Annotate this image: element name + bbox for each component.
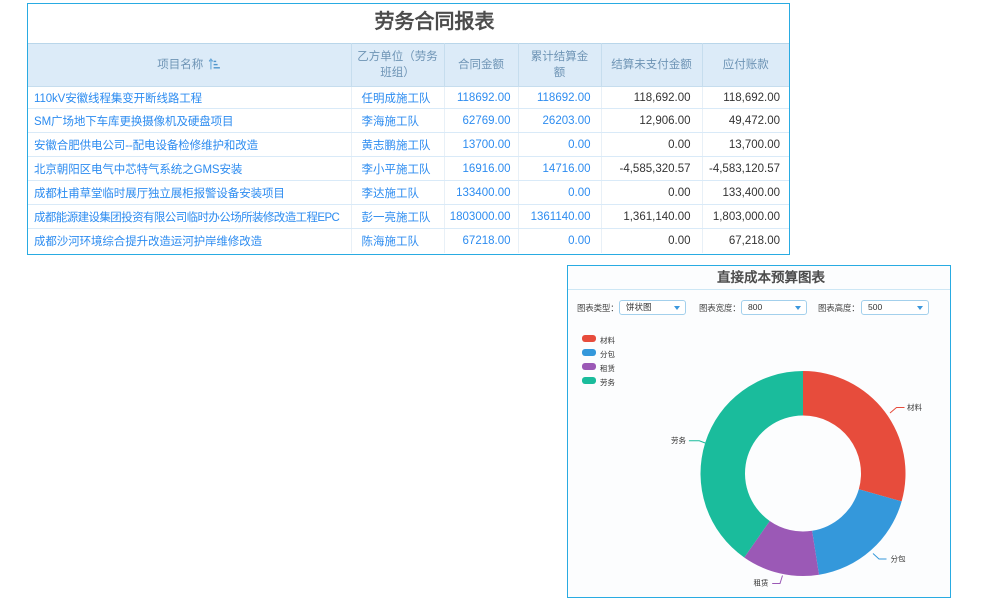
svg-text:分包: 分包 — [891, 554, 906, 564]
svg-text:材料: 材料 — [907, 402, 922, 412]
svg-text:租赁: 租赁 — [754, 579, 769, 588]
svg-text:劳务: 劳务 — [671, 435, 686, 445]
